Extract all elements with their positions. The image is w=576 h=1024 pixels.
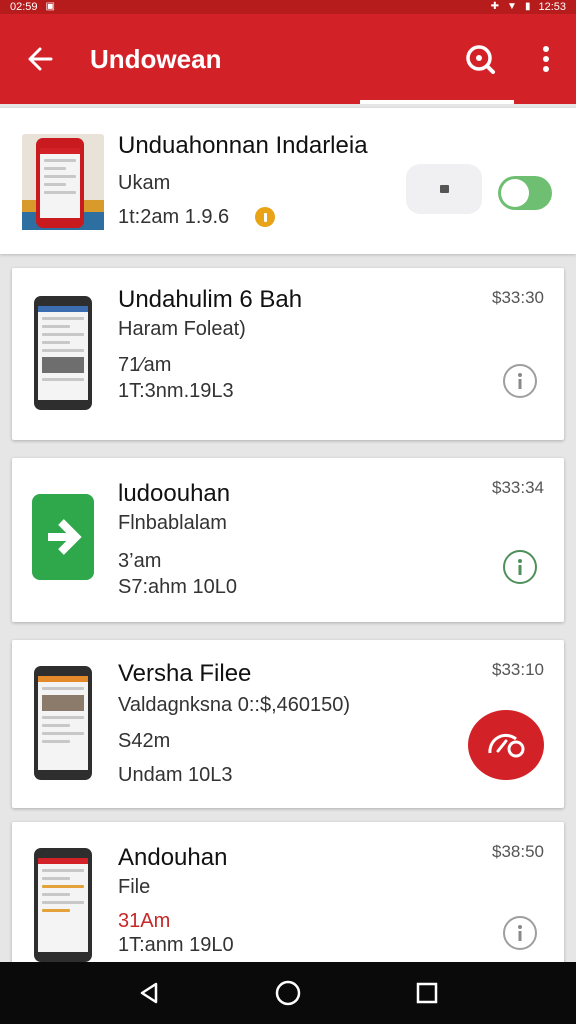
item-thumbnail [34, 666, 92, 780]
info-button[interactable] [503, 916, 537, 950]
status-time-right: 12:53 [538, 1, 566, 13]
toggle-knob [501, 179, 529, 207]
search-button[interactable] [458, 37, 502, 81]
notification-icon: ▣ [45, 1, 55, 12]
arrow-back-icon [28, 47, 53, 71]
info-button[interactable] [503, 550, 537, 584]
page-title: Undowean [90, 43, 222, 74]
item-meta: Undam 10L3 [118, 764, 233, 786]
featured-subtitle: Ukam [118, 172, 171, 194]
item-subtitle: Haram Foleat) [118, 318, 246, 340]
back-triangle-icon [141, 982, 158, 1004]
item-subtitle: Valdagnksna 0::$,460150) [118, 694, 351, 716]
battery-icon: ▮ [524, 1, 531, 12]
download-item[interactable]: Undahulim 6 Bah Haram Foleat) 71⁄am 1T:3… [12, 268, 564, 440]
item-meta: S7:ahm 10L0 [118, 576, 237, 598]
item-thumbnail [34, 848, 92, 962]
home-circle-icon [275, 980, 301, 1006]
item-meta: 1T:3nm.19L3 [118, 380, 234, 402]
item-name: Undahulim 6 Bah [118, 286, 303, 313]
item-name: Versha Filee [118, 660, 252, 687]
item-size: S42m [118, 730, 171, 752]
item-price: $33:30 [492, 288, 544, 307]
status-dot-icon [255, 207, 275, 227]
info-icon [518, 373, 522, 389]
item-thumbnail [32, 494, 94, 580]
speedometer-icon [488, 733, 525, 758]
nav-back-button[interactable] [129, 973, 169, 1013]
bluetooth-icon: ✚ [490, 1, 500, 12]
speed-fab[interactable] [468, 710, 544, 780]
info-button[interactable] [503, 364, 537, 398]
download-item[interactable]: Versha Filee Valdagnksna 0::$,460150) S4… [12, 640, 564, 808]
app-bar: Undowean [0, 14, 576, 104]
status-bar: 02:59 ▣ ✚ ▼ ▮ 12:53 [0, 0, 576, 14]
status-time-left: 02:59 [10, 1, 38, 13]
item-price: $33:34 [492, 478, 544, 497]
phone-image [36, 138, 84, 228]
item-name: ludoouhan [118, 480, 231, 507]
featured-name: Unduahonnan Indarleia [118, 132, 368, 159]
back-button[interactable] [20, 39, 60, 79]
stop-icon [440, 185, 449, 193]
forward-arrow-icon [48, 519, 82, 555]
nav-home-button[interactable] [268, 973, 308, 1013]
system-nav-bar [0, 962, 576, 1024]
download-toggle[interactable] [498, 176, 552, 210]
item-meta: 1T:anm 19L0 [118, 934, 234, 956]
item-price: $33:10 [492, 660, 544, 679]
download-item[interactable]: ludoouhan Flnbablalam 3’am S7:ahm 10L0 $… [12, 458, 564, 622]
featured-download[interactable]: Unduahonnan Indarleia Ukam 1t:2am 1.9.6 [0, 108, 576, 254]
item-price: $38:50 [492, 842, 544, 861]
tab-indicator [360, 100, 514, 104]
item-size: 71⁄am [118, 354, 172, 376]
more-options-button[interactable] [524, 37, 568, 81]
more-vert-icon [543, 46, 549, 72]
info-icon [518, 559, 522, 575]
recents-square-icon [416, 982, 437, 1004]
item-name: Andouhan [118, 844, 228, 871]
search-icon [466, 45, 495, 74]
item-size: 31Am [118, 910, 171, 932]
item-subtitle: File [118, 876, 151, 898]
item-subtitle: Flnbablalam [118, 512, 227, 534]
nav-recents-button[interactable] [407, 973, 447, 1013]
featured-meta: 1t:2am 1.9.6 [118, 206, 230, 228]
pause-chip[interactable] [406, 164, 482, 214]
download-item[interactable]: Andouhan File 31Am 1T:anm 19L0 $38:50 [12, 822, 564, 972]
featured-thumbnail [22, 134, 104, 230]
item-thumbnail [34, 296, 92, 410]
info-icon [518, 925, 522, 941]
item-size: 3’am [118, 550, 162, 572]
wifi-icon: ▼ [507, 1, 517, 12]
